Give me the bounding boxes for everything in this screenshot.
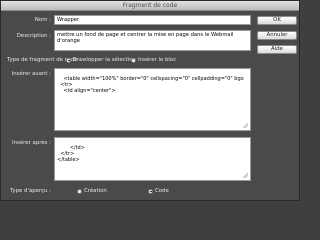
name-input[interactable]: Wrapper — [54, 15, 251, 25]
after-code-text: </td> </tr> </table> — [57, 145, 85, 163]
before-code-text: <table width="100%" border="0" cellspaci… — [60, 76, 244, 94]
resize-grip-icon[interactable] — [242, 122, 248, 128]
radio-preview-code-label: Code — [155, 188, 169, 194]
description-textarea[interactable]: mettre un fond de page et centrer la mis… — [54, 30, 251, 51]
radio-insert-block-label: Insérer le bloc — [138, 57, 177, 63]
resize-grip-icon[interactable] — [242, 172, 248, 178]
radio-preview-code[interactable]: Code — [148, 188, 169, 194]
preview-label: Type d'aperçu : — [9, 188, 51, 194]
radio-insert-block[interactable]: Insérer le bloc — [131, 57, 176, 63]
name-label: Nom : — [34, 17, 51, 23]
radio-unselected-icon — [77, 188, 82, 194]
before-code-textarea[interactable]: <table width="100%" border="0" cellspaci… — [54, 68, 251, 131]
radio-preview-design[interactable]: Création — [77, 188, 107, 194]
after-label: Insérer après : — [12, 140, 51, 146]
radio-unselected-icon — [131, 57, 136, 63]
ok-button[interactable]: OK — [257, 16, 297, 25]
radio-wrap-selection[interactable]: Envelopper la sélection — [66, 57, 136, 63]
description-label: Description : — [16, 33, 51, 39]
cancel-button[interactable]: Annuler — [257, 31, 297, 40]
before-label: Insérer avant : — [11, 71, 51, 77]
snippet-dialog: Fragment de code Nom : Wrapper Descripti… — [0, 0, 300, 201]
after-code-textarea[interactable]: </td> </tr> </table> — [54, 137, 251, 181]
window-title: Fragment de code — [1, 1, 299, 11]
radio-preview-design-label: Création — [84, 188, 107, 194]
radio-selected-icon — [148, 188, 153, 194]
radio-selected-icon — [66, 57, 71, 63]
radio-wrap-selection-label: Envelopper la sélection — [73, 57, 136, 63]
help-button[interactable]: Aide — [257, 45, 297, 54]
